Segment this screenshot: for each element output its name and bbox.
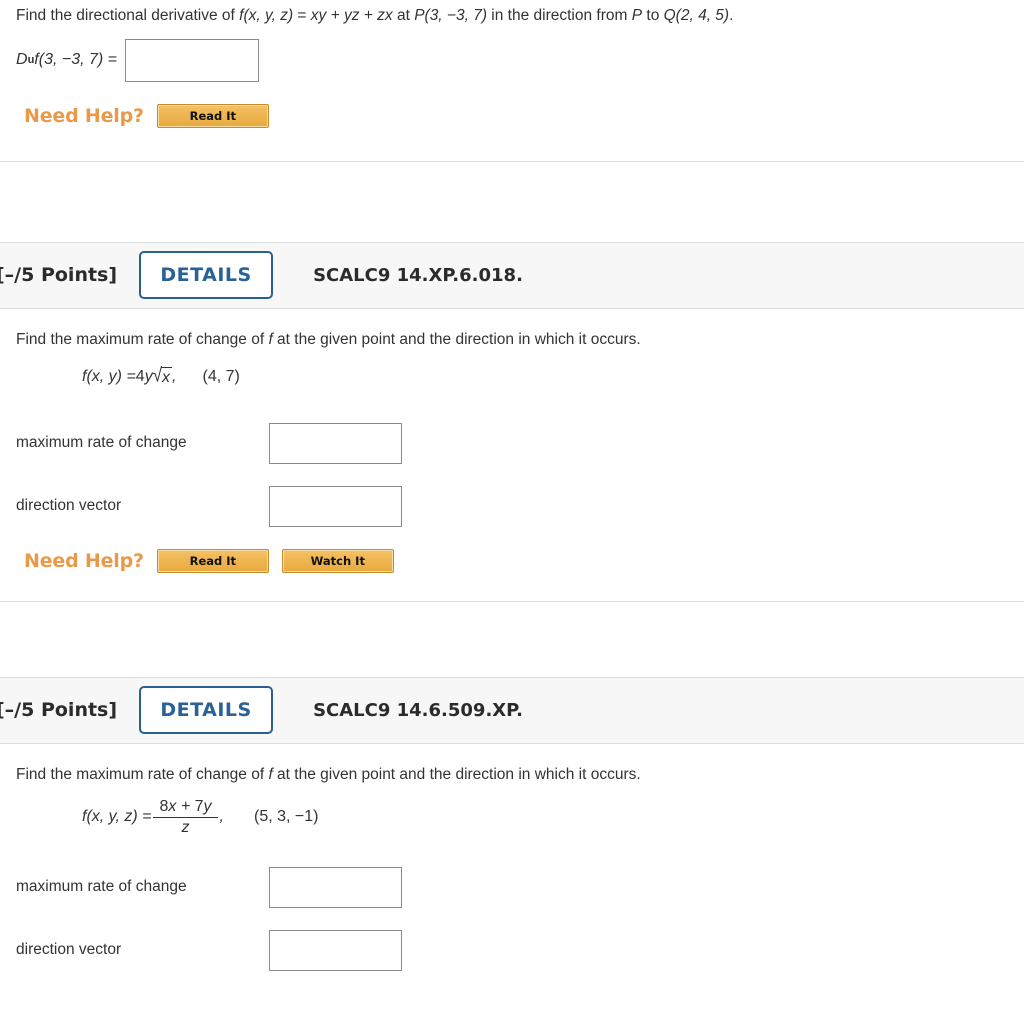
prompt-to: to xyxy=(642,7,664,24)
prompt-expression: xy + yz + zx xyxy=(310,7,393,24)
prompt-point-p: P(3, −3, 7) xyxy=(414,7,487,24)
prompt-end: . xyxy=(729,7,734,24)
watch-it-button-2[interactable]: Watch It xyxy=(281,548,394,573)
question-prompt-3: Find the maximum rate of change of f at … xyxy=(16,765,641,783)
prompt-point-q: Q(2, 4, 5) xyxy=(663,7,730,24)
details-button-2[interactable]: DETAILS xyxy=(139,251,274,300)
function-expression-2: f(x, y) = 4y √ x, (4, 7) xyxy=(82,364,240,387)
prompt-mid: in the direction from xyxy=(487,7,632,24)
prompt-f-italic-3: f xyxy=(268,765,273,783)
function-expression-3: f(x, y, z) = 8x + 7y z , (5, 3, −1) xyxy=(82,798,318,837)
section-divider-1 xyxy=(0,160,1024,162)
question-prompt-2: Find the maximum rate of change of f at … xyxy=(16,330,641,348)
need-help-label: Need Help? xyxy=(24,104,144,127)
need-help-row-top: Need Help? Read It xyxy=(0,103,1024,128)
prompt-equals: = xyxy=(293,7,311,24)
directional-derivative-label: Du f(3, −3, 7) = xyxy=(16,51,117,69)
function-coefficient-2: 4y xyxy=(135,367,153,385)
prompt-function: f(x, y, z) xyxy=(239,7,294,24)
prompt-f-italic-2: f xyxy=(268,330,273,348)
details-button-3[interactable]: DETAILS xyxy=(139,686,274,735)
read-it-button[interactable]: Read It xyxy=(156,103,269,128)
sqrt-radicand-2: x xyxy=(161,366,173,386)
function-point-3: (5, 3, −1) xyxy=(253,808,319,826)
prompt-lead: Find the directional derivative of xyxy=(16,7,240,24)
answer-fields-3: maximum rate of change direction vector xyxy=(16,837,1024,971)
field-row-direction-2: direction vector xyxy=(16,485,1024,527)
field-label-direction-3: direction vector xyxy=(16,941,122,959)
function-line-3: f(x, y, z) = 8x + 7y z , (5, 3, −1) xyxy=(16,786,1024,837)
field-label-direction-2: direction vector xyxy=(16,497,122,515)
prompt-p: P xyxy=(631,7,643,24)
question-code-2: SCALC9 14.XP.6.018. xyxy=(313,264,523,286)
function-point-2: (4, 7) xyxy=(202,367,240,385)
input-direction-3[interactable] xyxy=(269,929,402,971)
field-row-max-rate-2: maximum rate of change xyxy=(16,422,1024,464)
directional-derivative-input[interactable] xyxy=(125,38,260,82)
u-subscript: u xyxy=(27,54,35,67)
fraction-3: 8x + 7y z xyxy=(153,797,218,837)
d-symbol: D xyxy=(16,51,28,69)
question-code-3: SCALC9 14.6.509.XP. xyxy=(313,699,523,721)
question-block-2: [–/5 Points] DETAILS SCALC9 14.XP.6.018.… xyxy=(0,241,1024,602)
question-header-3: [–/5 Points] DETAILS SCALC9 14.6.509.XP. xyxy=(0,676,1024,744)
function-comma-3: , xyxy=(219,808,224,826)
question-block-top: Find the directional derivative of f(x, … xyxy=(0,0,1024,162)
section-divider-2 xyxy=(0,600,1024,602)
prompt-at: at xyxy=(392,7,415,24)
function-comma-2: , xyxy=(172,367,177,385)
field-label-max-rate-3: maximum rate of change xyxy=(16,878,187,896)
field-row-direction-3: direction vector xyxy=(16,929,1024,971)
field-label-max-rate-2: maximum rate of change xyxy=(16,434,187,452)
function-line-2: f(x, y) = 4y √ x, (4, 7) xyxy=(16,351,1024,387)
question-block-3: [–/5 Points] DETAILS SCALC9 14.6.509.XP.… xyxy=(0,676,1024,971)
points-badge-3: [–/5 Points] xyxy=(0,699,118,722)
function-lhs-3: f(x, y, z) = xyxy=(82,808,152,826)
f-point-equals: f(3, −3, 7) = xyxy=(34,51,118,69)
answer-line-top: Du f(3, −3, 7) = xyxy=(0,27,1024,82)
question-prompt-top: Find the directional derivative of f(x, … xyxy=(0,0,1024,27)
sqrt-group-2: √ x xyxy=(152,364,173,387)
read-it-button-2[interactable]: Read It xyxy=(156,548,269,573)
points-badge-2: [–/5 Points] xyxy=(0,264,118,287)
input-max-rate-3[interactable] xyxy=(269,866,402,908)
question-body-3: Find the maximum rate of change of f at … xyxy=(0,744,1024,971)
input-max-rate-2[interactable] xyxy=(269,422,402,464)
radical-icon: √ xyxy=(152,364,163,387)
input-direction-2[interactable] xyxy=(269,485,402,527)
answer-fields-2: maximum rate of change direction vector xyxy=(16,387,1024,527)
function-lhs-2: f(x, y) = xyxy=(82,367,136,385)
need-help-row-2: Need Help? Read It Watch It xyxy=(16,548,1024,573)
field-row-max-rate-3: maximum rate of change xyxy=(16,866,1024,908)
fraction-denominator-3: z xyxy=(153,816,218,837)
question-body-2: Find the maximum rate of change of f at … xyxy=(0,309,1024,573)
question-header-2: [–/5 Points] DETAILS SCALC9 14.XP.6.018. xyxy=(0,241,1024,309)
fraction-numerator-3: 8x + 7y xyxy=(159,797,212,815)
need-help-label-2: Need Help? xyxy=(24,549,144,572)
